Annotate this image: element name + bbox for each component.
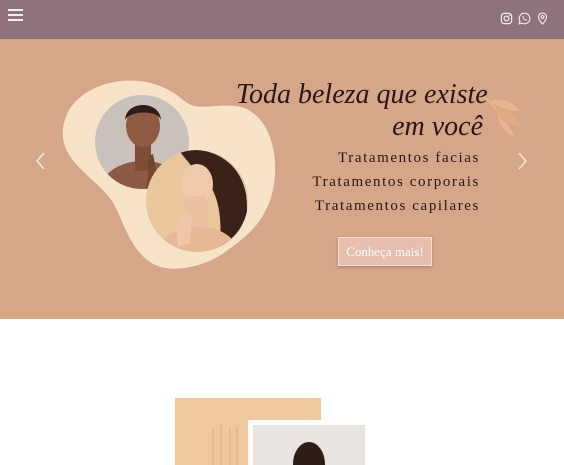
service-facial-treatments: Tratamentos facias [338,150,480,166]
slider-next-arrow[interactable] [514,149,530,173]
chevron-left-icon [36,152,45,170]
top-navigation-bar [0,0,564,39]
hero-headline-line-2: em você [392,111,483,142]
section-preview-image [175,398,370,465]
service-hair-treatments: Tratamentos capilares [314,198,480,214]
leaf-sprig-icon [478,91,528,141]
learn-more-button[interactable]: Conheça mais! [338,237,432,266]
hero-headline: Toda beleza que existe em você [236,79,488,143]
service-body-treatments: Tratamentos corporais [312,174,480,190]
instagram-icon[interactable] [500,12,513,26]
hero-slider: Toda beleza que existe em você Tratament… [0,39,564,319]
whatsapp-icon[interactable] [518,12,531,26]
chevron-right-icon [518,152,527,170]
hero-headline-line-1: Toda beleza que existe [236,79,488,110]
slider-prev-arrow[interactable] [33,149,49,173]
location-pin-icon[interactable] [536,12,549,26]
hamburger-menu-icon[interactable] [8,8,23,21]
